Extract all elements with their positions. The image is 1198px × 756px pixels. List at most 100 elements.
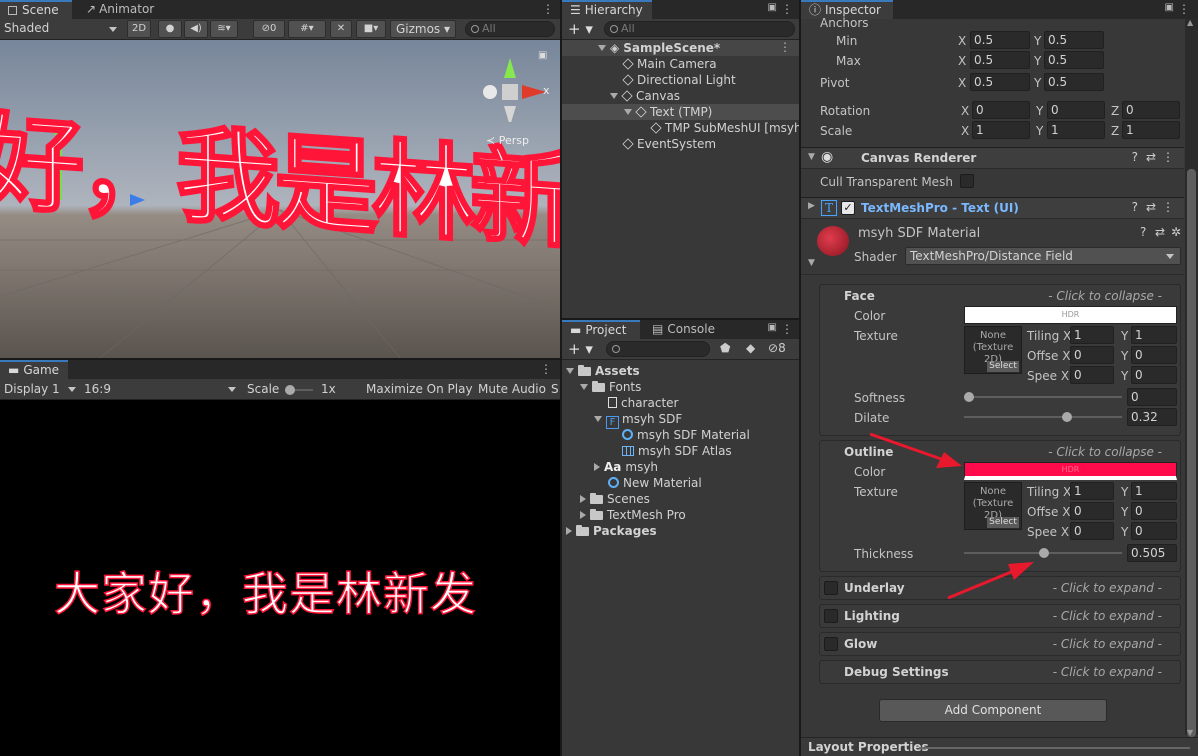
aspect-dropdown[interactable]: 16:9 — [84, 382, 111, 396]
face-texture-slot[interactable]: None (Texture 2D) Select — [964, 326, 1022, 374]
scroll-up-icon[interactable]: ▲ — [1187, 18, 1193, 27]
anchors-label[interactable]: Anchors — [820, 15, 869, 31]
help-icon[interactable]: ? — [1132, 200, 1138, 214]
game-view[interactable]: 大家好，我是林新发 — [0, 420, 560, 756]
anchor-min-x-field[interactable]: 0.5 — [970, 31, 1030, 49]
preset-icon[interactable]: ⇄ — [1155, 225, 1165, 239]
scale-y-field[interactable]: 1 — [1047, 121, 1105, 139]
tab-project[interactable]: ▬ Project — [562, 320, 640, 339]
inspector-scrollbar-thumb[interactable] — [1187, 169, 1196, 737]
face-tiling-y-field[interactable]: 1 — [1131, 326, 1177, 344]
label-tag-icon[interactable]: ◆ — [746, 341, 755, 355]
face-offset-y-field[interactable]: 0 — [1131, 346, 1177, 364]
dilate-field[interactable]: 0.32 — [1127, 408, 1177, 426]
dilate-slider-knob[interactable] — [1062, 412, 1072, 422]
maximize-on-play-toggle[interactable]: Maximize On Play — [366, 382, 473, 396]
outline-texture-slot[interactable]: None (Texture 2D) Select — [964, 482, 1022, 530]
anchor-max-y-field[interactable]: 0.5 — [1044, 51, 1104, 69]
hierarchy-item-eventsystem[interactable]: EventSystem — [622, 136, 716, 152]
face-speed-y-field[interactable]: 0 — [1131, 366, 1177, 384]
outline-section-title[interactable]: Outline — [844, 445, 893, 459]
dilate-slider[interactable] — [964, 412, 1122, 422]
stats-toggle[interactable]: S — [551, 382, 559, 396]
outline-offset-y-field[interactable]: 0 — [1131, 502, 1177, 520]
collapse-arrow-icon[interactable]: ▼ — [808, 152, 815, 162]
outline-tiling-x-field[interactable]: 1 — [1070, 482, 1114, 500]
tab-game[interactable]: ▬ Game — [0, 360, 68, 379]
glow-checkbox[interactable] — [824, 637, 838, 651]
lock-icon[interactable]: ▣ — [1165, 2, 1174, 13]
anchor-max-x-field[interactable]: 0.5 — [970, 51, 1030, 69]
pivot-y-field[interactable]: 0.5 — [1044, 73, 1104, 91]
cull-transparent-mesh-checkbox[interactable] — [960, 174, 974, 188]
expand-arrow-icon[interactable] — [594, 416, 602, 422]
add-component-button[interactable]: Add Component — [879, 699, 1107, 722]
inspector-scrollbar[interactable]: ▲ ▼ — [1185, 18, 1198, 737]
face-color-swatch[interactable]: HDR — [964, 306, 1177, 324]
menu-dots-icon[interactable]: ⋮ — [781, 322, 793, 336]
collapse-arrow-icon[interactable]: ▼ — [808, 258, 815, 268]
gear-icon[interactable]: ✲ — [1171, 225, 1181, 239]
rotation-y-field[interactable]: 0 — [1047, 101, 1105, 119]
face-tiling-x-field[interactable]: 1 — [1070, 326, 1114, 344]
project-item-textmesh-pro[interactable]: TextMesh Pro — [580, 507, 686, 523]
shader-dropdown[interactable]: TextMeshPro/Distance Field — [905, 247, 1181, 265]
display-dropdown[interactable]: Display 1 — [4, 382, 60, 396]
outline-section-hint[interactable]: - Click to collapse - — [1048, 445, 1162, 459]
outline-offset-x-field[interactable]: 0 — [1070, 502, 1114, 520]
canvas-renderer-header[interactable]: ▼ ◉ Canvas Renderer ? ⇄ ⋮ — [801, 147, 1184, 169]
effects-dropdown[interactable]: ≋▾ — [210, 20, 238, 38]
lock-icon[interactable]: ▣ — [538, 50, 547, 61]
layout-properties-bar[interactable]: Layout Properties — [801, 737, 1198, 756]
project-item-scenes[interactable]: Scenes — [580, 491, 650, 507]
lighting-checkbox[interactable] — [824, 609, 838, 623]
tab-hierarchy[interactable]: ☰ Hierarchy — [562, 0, 652, 19]
project-item-msyh-sdf-material[interactable]: msyh SDF Material — [622, 427, 750, 443]
hierarchy-item-directional-light[interactable]: Directional Light — [622, 72, 736, 88]
project-item-assets[interactable]: Assets — [566, 363, 640, 379]
expand-arrow-icon[interactable] — [580, 384, 588, 390]
scroll-down-icon[interactable]: ▼ — [1187, 728, 1193, 737]
visibility-button[interactable]: ⊘0 — [253, 20, 285, 38]
hierarchy-item-main-camera[interactable]: Main Camera — [622, 56, 717, 72]
project-item-msyh-sdf-atlas[interactable]: msyh SDF Atlas — [622, 443, 732, 459]
lighting-toggle-button[interactable]: ● — [158, 20, 182, 38]
lock-icon[interactable]: ▣ — [768, 2, 777, 13]
preset-icon[interactable]: ⇄ — [1146, 150, 1156, 164]
expand-arrow-icon[interactable] — [610, 93, 618, 99]
project-item-msyh-sdf[interactable]: Fmsyh SDF — [594, 411, 682, 429]
scale-slider-knob[interactable] — [285, 385, 295, 395]
menu-dots-icon[interactable]: ⋮ — [542, 2, 554, 16]
preset-icon[interactable]: ⇄ — [1146, 200, 1156, 214]
collapse-arrow-icon[interactable] — [580, 495, 586, 503]
help-icon[interactable]: ? — [1132, 150, 1138, 164]
outline-tiling-y-field[interactable]: 1 — [1131, 482, 1177, 500]
shading-mode-dropdown[interactable]: Shaded — [0, 20, 120, 38]
hidden-packages-icon[interactable]: ⊘8 — [768, 341, 786, 355]
grid-snap-button[interactable]: #▾ — [288, 20, 326, 38]
lock-icon[interactable]: ▣ — [768, 322, 777, 333]
project-item-msyh[interactable]: Aa msyh — [594, 459, 658, 475]
menu-dots-icon[interactable]: ⋮ — [1162, 150, 1174, 164]
gizmos-dropdown[interactable]: Gizmos ▾ — [390, 20, 456, 38]
menu-dots-icon[interactable]: ⋮ — [781, 2, 793, 16]
add-icon[interactable]: + ▾ — [568, 20, 593, 38]
hierarchy-item-canvas[interactable]: Canvas — [610, 88, 680, 104]
hierarchy-item-tmp-submesh[interactable]: TMP SubMeshUI [msyh — [650, 120, 799, 136]
face-section-title[interactable]: Face — [844, 289, 875, 303]
orientation-gizmo[interactable] — [480, 52, 550, 122]
tmp-component-header[interactable]: ▶ T ✓ TextMeshPro - Text (UI) ? ⇄ ⋮ — [801, 197, 1184, 219]
scene-viewport[interactable]: 好，我是林新发 x ≺ Persp ▣ — [0, 40, 560, 358]
project-search-input[interactable] — [606, 341, 710, 357]
component-enabled-checkbox[interactable]: ✓ — [841, 201, 855, 215]
face-section-hint[interactable]: - Click to collapse - — [1048, 289, 1162, 303]
hierarchy-item-text-tmp[interactable]: Text (TMP) — [562, 104, 799, 120]
project-item-new-material[interactable]: New Material — [608, 475, 702, 491]
face-speed-x-field[interactable]: 0 — [1070, 366, 1114, 384]
menu-dots-icon[interactable]: ⋮ — [1178, 2, 1190, 16]
rotation-z-field[interactable]: 0 — [1122, 101, 1180, 119]
pivot-x-field[interactable]: 0.5 — [970, 73, 1030, 91]
softness-slider[interactable] — [964, 392, 1122, 402]
help-icon[interactable]: ? — [1140, 225, 1146, 239]
glow-section[interactable]: Glow - Click to expand - — [819, 632, 1181, 656]
